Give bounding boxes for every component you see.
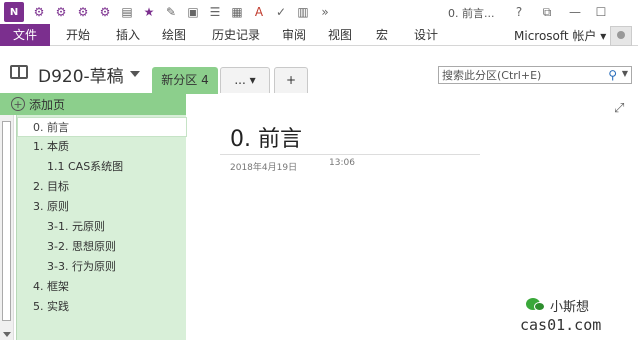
- search-scope-dropdown-icon[interactable]: ▼: [622, 69, 628, 78]
- search-box[interactable]: ⚲ ▼: [438, 66, 632, 84]
- page-title[interactable]: 0. 前言: [230, 121, 302, 153]
- add-page-button[interactable]: + 添加页: [0, 93, 186, 115]
- full-page-view-icon[interactable]: ⤢: [614, 101, 624, 116]
- subpage-item[interactable]: 3-1. 元原则: [17, 217, 187, 237]
- watermark-site: cas01.com: [520, 316, 602, 334]
- tab-home[interactable]: 开始: [60, 24, 96, 46]
- page-item[interactable]: 0. 前言: [17, 117, 187, 137]
- scrollbar-thumb[interactable]: [2, 121, 11, 321]
- subpage-item[interactable]: 1.1 CAS系统图: [17, 157, 187, 177]
- watermark: 小斯想 cas01.com: [516, 296, 634, 336]
- page-item[interactable]: 1. 本质: [17, 137, 187, 157]
- insert-picture-icon[interactable]: ▣: [182, 2, 204, 22]
- account-menu[interactable]: Microsoft 帐户 ▾: [514, 27, 606, 44]
- search-icon[interactable]: ⚲: [608, 68, 617, 82]
- tab-insert[interactable]: 插入: [110, 24, 146, 46]
- dock-icon[interactable]: ▤: [116, 2, 138, 22]
- avatar[interactable]: [610, 26, 632, 46]
- bullets-icon[interactable]: ☰: [204, 2, 226, 22]
- subpage-item[interactable]: 3-2. 思想原则: [17, 237, 187, 257]
- page-date: 2018年4月19日: [230, 163, 298, 173]
- page-item[interactable]: 5. 实践: [17, 297, 187, 317]
- tab-draw[interactable]: 绘图: [156, 24, 192, 46]
- tab-view[interactable]: 视图: [322, 24, 358, 46]
- section-tab-more[interactable]: ... ▾: [220, 67, 270, 93]
- document-title: 0. 前言...: [448, 7, 495, 20]
- page-item[interactable]: 4. 框架: [17, 277, 187, 297]
- page-item[interactable]: 2. 目标: [17, 177, 187, 197]
- undo-icon[interactable]: ⚙: [50, 2, 72, 22]
- page-time: 13:06: [329, 158, 355, 168]
- maximize-icon[interactable]: ☐: [590, 2, 612, 22]
- quick-access-toolbar: N ⚙ ⚙ ⚙ ⚙ ▤ ★ ✎ ▣ ☰ ▦ A ✓ ▥ » 0. 前言... ?…: [0, 0, 638, 24]
- watermark-brand: 小斯想: [550, 300, 590, 315]
- table-icon[interactable]: ▦: [226, 2, 248, 22]
- redo-icon[interactable]: ⚙: [72, 2, 94, 22]
- section-tab-active[interactable]: 新分区 4: [152, 67, 218, 94]
- macro-icon[interactable]: ⚙: [94, 2, 116, 22]
- tab-design[interactable]: 设计: [408, 24, 444, 46]
- subpage-item[interactable]: 3-3. 行为原则: [17, 257, 187, 277]
- wechat-logo-bubble-icon: [534, 302, 545, 311]
- onenote-logo-icon: N: [4, 2, 24, 22]
- notebook-icon[interactable]: [10, 65, 28, 79]
- tag-icon[interactable]: ★: [138, 2, 160, 22]
- tab-file[interactable]: 文件: [0, 24, 50, 46]
- search-input[interactable]: [439, 67, 599, 83]
- tab-review[interactable]: 审阅: [276, 24, 312, 46]
- minimize-icon[interactable]: —: [564, 2, 586, 22]
- tab-macro[interactable]: 宏: [370, 24, 394, 46]
- page-list: 0. 前言 1. 本质 1.1 CAS系统图 2. 目标 3. 原则 3-1. …: [16, 115, 187, 340]
- title-divider: [220, 154, 480, 155]
- page-item[interactable]: 3. 原则: [17, 197, 187, 217]
- overflow-icon[interactable]: »: [314, 2, 336, 22]
- scroll-down-icon[interactable]: [3, 332, 11, 337]
- spelling-icon[interactable]: ✓: [270, 2, 292, 22]
- notebook-dropdown-icon[interactable]: [130, 71, 140, 77]
- page-list-scrollbar[interactable]: [0, 115, 14, 340]
- add-section-tab[interactable]: +: [274, 67, 308, 93]
- add-page-label: 添加页: [29, 97, 66, 112]
- notebook-name[interactable]: D920-草稿: [38, 62, 124, 87]
- page-template-icon[interactable]: ▥: [292, 2, 314, 22]
- font-color-icon[interactable]: A: [248, 2, 270, 22]
- account-caret-icon: ▾: [600, 29, 607, 43]
- help-icon[interactable]: ?: [508, 2, 530, 22]
- highlight-icon[interactable]: ✎: [160, 2, 182, 22]
- add-circle-icon: +: [11, 97, 25, 111]
- restore-ribbon-icon[interactable]: ⧉: [536, 2, 558, 22]
- page-pane: + 添加页 0. 前言 1. 本质 1.1 CAS系统图 2. 目标 3. 原则…: [0, 93, 187, 340]
- ribbon-tabs: 文件 开始 插入 绘图 历史记录 审阅 视图 宏 设计 Microsoft 帐户…: [0, 24, 638, 46]
- account-label: Microsoft 帐户: [514, 29, 597, 43]
- notebook-bar: D920-草稿 新分区 4 ... ▾ + ⚲ ▼: [0, 47, 638, 94]
- tab-history[interactable]: 历史记录: [206, 24, 266, 46]
- back-icon[interactable]: ⚙: [28, 2, 50, 22]
